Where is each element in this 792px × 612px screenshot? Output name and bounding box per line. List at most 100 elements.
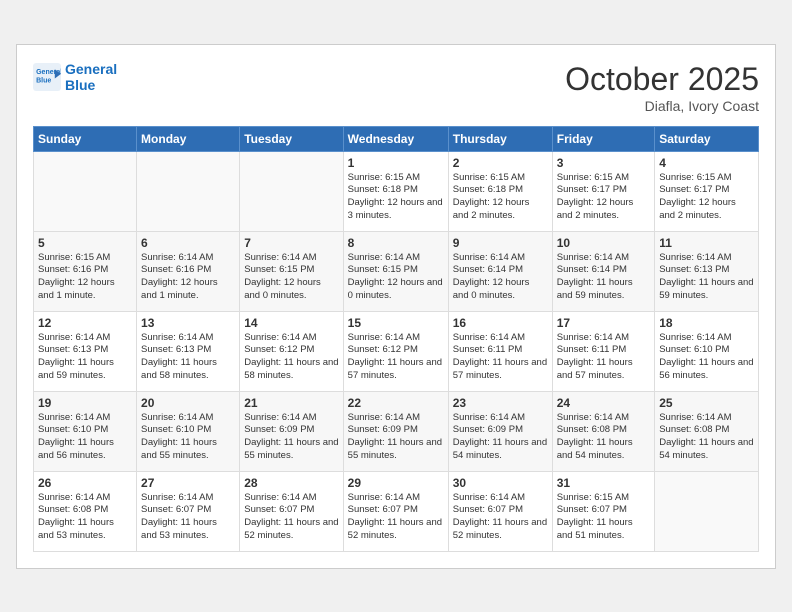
weekday-header-friday: Friday [552, 126, 654, 151]
calendar-cell: 7 Sunrise: 6:14 AM Sunset: 6:15 PM Daylig… [240, 231, 343, 311]
calendar-cell: 30 Sunrise: 6:14 AM Sunset: 6:07 PM Dayli… [448, 471, 552, 551]
day-number: 19 [38, 396, 132, 410]
calendar-cell: 9Sunrise: 6:14 AM Sunset: 6:14 PM Daylig… [448, 231, 552, 311]
calendar-week-2: 5Sunrise: 6:15 AM Sunset: 6:16 PM Daylig… [34, 231, 759, 311]
calendar-cell: 19 Sunrise: 6:14 AM Sunset: 6:10 PM Dayli… [34, 391, 137, 471]
day-number: 7 [244, 236, 338, 250]
calendar-cell: 25Sunrise: 6:14 AM Sunset: 6:08 PM Dayli… [655, 391, 759, 471]
day-info: Sunrise: 6:15 AM Sunset: 6:18 PM Dayligh… [348, 172, 444, 223]
calendar-cell: 6Sunrise: 6:14 AM Sunset: 6:16 PM Daylig… [137, 231, 240, 311]
day-info: Sunrise: 6:14 AM Sunset: 6:07 PM Dayligh… [348, 492, 444, 543]
day-info: Sunrise: 6:14 AM Sunset: 6:14 PM Dayligh… [557, 252, 650, 303]
weekday-header-monday: Monday [137, 126, 240, 151]
calendar-cell: 14 Sunrise: 6:14 AM Sunset: 6:12 PM Dayli… [240, 311, 343, 391]
day-info: Sunrise: 6:14 AM Sunset: 6:13 PM Dayligh… [659, 252, 754, 303]
logo: General Blue General Blue [33, 61, 117, 95]
day-number: 21 [244, 396, 338, 410]
day-info: Sunrise: 6:14 AM Sunset: 6:15 PM Dayligh… [244, 252, 338, 303]
day-info: Sunrise: 6:14 AM Sunset: 6:10 PM Dayligh… [659, 332, 754, 383]
weekday-header-saturday: Saturday [655, 126, 759, 151]
day-info: Sunrise: 6:14 AM Sunset: 6:08 PM Dayligh… [557, 412, 650, 463]
day-number: 28 [244, 476, 338, 490]
day-number: 2 [453, 156, 548, 170]
day-info: Sunrise: 6:15 AM Sunset: 6:17 PM Dayligh… [659, 172, 754, 223]
calendar-cell: 26 Sunrise: 6:14 AM Sunset: 6:08 PM Dayli… [34, 471, 137, 551]
calendar-cell: 10 Sunrise: 6:14 AM Sunset: 6:14 PM Dayli… [552, 231, 654, 311]
logo-text: General Blue [65, 61, 117, 95]
day-number: 13 [141, 316, 235, 330]
title-section: October 2025 Diafla, Ivory Coast [565, 61, 759, 114]
day-number: 14 [244, 316, 338, 330]
day-info: Sunrise: 6:14 AM Sunset: 6:07 PM Dayligh… [453, 492, 548, 543]
day-info: Sunrise: 6:14 AM Sunset: 6:10 PM Dayligh… [141, 412, 235, 463]
day-info: Sunrise: 6:14 AM Sunset: 6:09 PM Dayligh… [453, 412, 548, 463]
day-number: 23 [453, 396, 548, 410]
calendar-week-1: 1 Sunrise: 6:15 AM Sunset: 6:18 PM Daylig… [34, 151, 759, 231]
day-info: Sunrise: 6:15 AM Sunset: 6:16 PM Dayligh… [38, 252, 132, 303]
calendar-cell: 8Sunrise: 6:14 AM Sunset: 6:15 PM Daylig… [343, 231, 448, 311]
calendar-week-5: 26 Sunrise: 6:14 AM Sunset: 6:08 PM Dayli… [34, 471, 759, 551]
calendar-cell: 15Sunrise: 6:14 AM Sunset: 6:12 PM Dayli… [343, 311, 448, 391]
day-info: Sunrise: 6:14 AM Sunset: 6:08 PM Dayligh… [659, 412, 754, 463]
day-number: 17 [557, 316, 650, 330]
calendar-cell: 16 Sunrise: 6:14 AM Sunset: 6:11 PM Dayli… [448, 311, 552, 391]
day-info: Sunrise: 6:14 AM Sunset: 6:10 PM Dayligh… [38, 412, 132, 463]
day-info: Sunrise: 6:14 AM Sunset: 6:07 PM Dayligh… [244, 492, 338, 543]
calendar-cell: 2 Sunrise: 6:15 AM Sunset: 6:18 PM Daylig… [448, 151, 552, 231]
day-info: Sunrise: 6:14 AM Sunset: 6:07 PM Dayligh… [141, 492, 235, 543]
day-info: Sunrise: 6:15 AM Sunset: 6:18 PM Dayligh… [453, 172, 548, 223]
logo-line2: Blue [65, 77, 95, 93]
day-number: 11 [659, 236, 754, 250]
day-info: Sunrise: 6:15 AM Sunset: 6:07 PM Dayligh… [557, 492, 650, 543]
calendar-cell: 3Sunrise: 6:15 AM Sunset: 6:17 PM Daylig… [552, 151, 654, 231]
calendar-cell: 23 Sunrise: 6:14 AM Sunset: 6:09 PM Dayli… [448, 391, 552, 471]
day-info: Sunrise: 6:14 AM Sunset: 6:12 PM Dayligh… [348, 332, 444, 383]
calendar-cell [655, 471, 759, 551]
day-info: Sunrise: 6:14 AM Sunset: 6:13 PM Dayligh… [141, 332, 235, 383]
day-info: Sunrise: 6:14 AM Sunset: 6:13 PM Dayligh… [38, 332, 132, 383]
calendar-cell: 22Sunrise: 6:14 AM Sunset: 6:09 PM Dayli… [343, 391, 448, 471]
day-number: 10 [557, 236, 650, 250]
calendar-cell [240, 151, 343, 231]
day-number: 12 [38, 316, 132, 330]
day-number: 3 [557, 156, 650, 170]
day-info: Sunrise: 6:14 AM Sunset: 6:12 PM Dayligh… [244, 332, 338, 383]
day-number: 31 [557, 476, 650, 490]
calendar-cell: 1 Sunrise: 6:15 AM Sunset: 6:18 PM Daylig… [343, 151, 448, 231]
day-number: 24 [557, 396, 650, 410]
calendar-cell: 28 Sunrise: 6:14 AM Sunset: 6:07 PM Dayli… [240, 471, 343, 551]
calendar-cell: 31 Sunrise: 6:15 AM Sunset: 6:07 PM Dayli… [552, 471, 654, 551]
day-info: Sunrise: 6:14 AM Sunset: 6:15 PM Dayligh… [348, 252, 444, 303]
calendar-cell: 24 Sunrise: 6:14 AM Sunset: 6:08 PM Dayli… [552, 391, 654, 471]
calendar-cell: 21 Sunrise: 6:14 AM Sunset: 6:09 PM Dayli… [240, 391, 343, 471]
calendar-cell: 18 Sunrise: 6:14 AM Sunset: 6:10 PM Dayli… [655, 311, 759, 391]
calendar-cell: 4Sunrise: 6:15 AM Sunset: 6:17 PM Daylig… [655, 151, 759, 231]
day-number: 29 [348, 476, 444, 490]
day-number: 16 [453, 316, 548, 330]
calendar-header-row: SundayMondayTuesdayWednesdayThursdayFrid… [34, 126, 759, 151]
location-subtitle: Diafla, Ivory Coast [565, 98, 759, 114]
day-number: 30 [453, 476, 548, 490]
svg-text:Blue: Blue [36, 78, 51, 85]
calendar-cell: 27 Sunrise: 6:14 AM Sunset: 6:07 PM Dayli… [137, 471, 240, 551]
calendar-cell: 11 Sunrise: 6:14 AM Sunset: 6:13 PM Dayli… [655, 231, 759, 311]
day-number: 1 [348, 156, 444, 170]
day-info: Sunrise: 6:14 AM Sunset: 6:09 PM Dayligh… [244, 412, 338, 463]
day-number: 26 [38, 476, 132, 490]
calendar-week-3: 12 Sunrise: 6:14 AM Sunset: 6:13 PM Dayli… [34, 311, 759, 391]
weekday-header-thursday: Thursday [448, 126, 552, 151]
day-number: 20 [141, 396, 235, 410]
day-number: 27 [141, 476, 235, 490]
day-info: Sunrise: 6:14 AM Sunset: 6:11 PM Dayligh… [453, 332, 548, 383]
day-info: Sunrise: 6:14 AM Sunset: 6:16 PM Dayligh… [141, 252, 235, 303]
calendar-cell: 29 Sunrise: 6:14 AM Sunset: 6:07 PM Dayli… [343, 471, 448, 551]
calendar-cell: 5Sunrise: 6:15 AM Sunset: 6:16 PM Daylig… [34, 231, 137, 311]
calendar-container: General Blue General Blue October 2025 D… [16, 44, 776, 569]
weekday-header-wednesday: Wednesday [343, 126, 448, 151]
calendar-week-4: 19 Sunrise: 6:14 AM Sunset: 6:10 PM Dayli… [34, 391, 759, 471]
day-number: 18 [659, 316, 754, 330]
day-info: Sunrise: 6:14 AM Sunset: 6:09 PM Dayligh… [348, 412, 444, 463]
calendar-cell [137, 151, 240, 231]
day-info: Sunrise: 6:14 AM Sunset: 6:08 PM Dayligh… [38, 492, 132, 543]
day-info: Sunrise: 6:14 AM Sunset: 6:11 PM Dayligh… [557, 332, 650, 383]
